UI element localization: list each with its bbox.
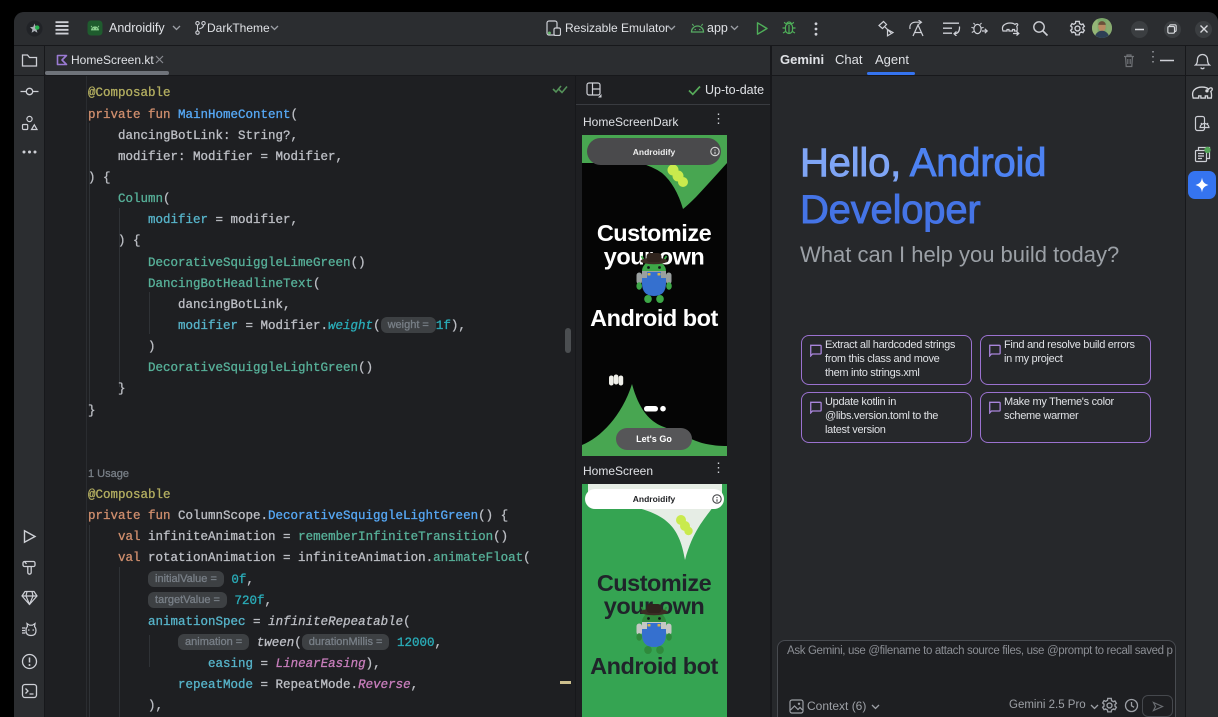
svg-text:Android bot: Android bot — [590, 653, 718, 679]
svg-text:Androidify: Androidify — [633, 494, 676, 504]
svg-text:Customize: Customize — [597, 220, 712, 246]
svg-text:Android bot: Android bot — [590, 305, 718, 331]
svg-text:Androidify: Androidify — [633, 147, 676, 157]
svg-text:Let's Go: Let's Go — [636, 434, 672, 444]
